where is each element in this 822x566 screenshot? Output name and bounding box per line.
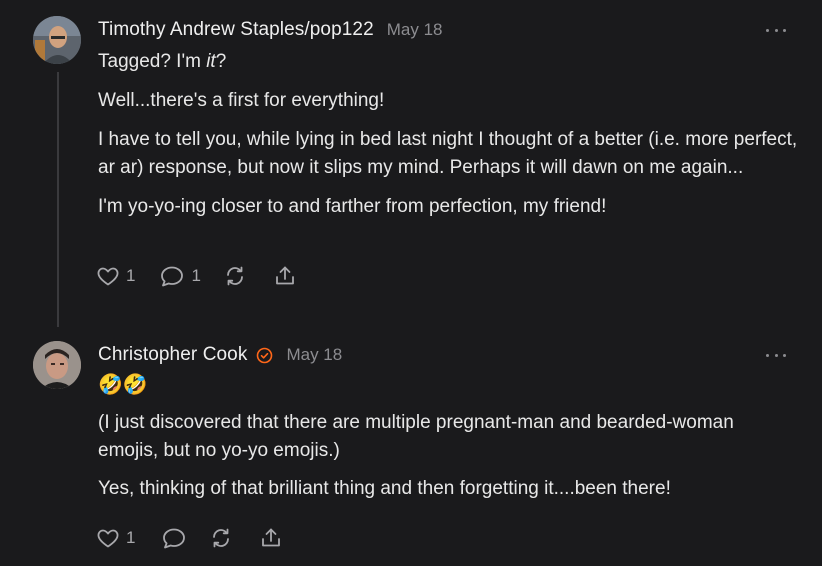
- like-count: 1: [126, 266, 136, 285]
- comment-paragraph: I have to tell you, while lying in bed l…: [98, 129, 798, 178]
- heart-icon: [97, 267, 119, 286]
- comment-actions: 1 1: [96, 264, 297, 288]
- like-count: 1: [126, 528, 136, 547]
- heart-icon: [97, 529, 119, 548]
- restack-icon: [213, 528, 230, 548]
- restack-button[interactable]: [209, 526, 233, 550]
- comment-body: Tagged? I'm it? Well...there's a first f…: [98, 48, 798, 221]
- comment-paragraph: Well...there's a first for everything!: [98, 90, 385, 111]
- more-icon[interactable]: [766, 25, 786, 35]
- comment-paragraph: Tagged? I'm it?: [98, 51, 227, 72]
- author-name[interactable]: Christopher Cook: [98, 344, 247, 366]
- reply-count: 1: [191, 266, 201, 285]
- share-icon: [276, 266, 294, 285]
- comment-date[interactable]: May 18: [387, 20, 443, 40]
- thread-line: [57, 72, 59, 327]
- more-icon[interactable]: [766, 350, 786, 360]
- author-name[interactable]: Timothy Andrew Staples/pop122: [98, 19, 374, 41]
- comment-paragraph: I'm yo-yo-ing closer to and farther from…: [98, 196, 607, 217]
- comment-body: 🤣🤣 (I just discovered that there are mul…: [98, 371, 798, 514]
- like-button[interactable]: 1: [96, 264, 135, 288]
- emoji-line: 🤣🤣: [98, 374, 148, 396]
- reply-button[interactable]: 1: [159, 264, 201, 288]
- comment-paragraph: Yes, thinking of that brilliant thing an…: [98, 478, 671, 499]
- share-button[interactable]: [259, 526, 283, 550]
- restack-button[interactable]: [223, 264, 247, 288]
- comment-icon: [163, 528, 186, 549]
- reply-button[interactable]: [161, 526, 187, 550]
- avatar-timothy[interactable]: [33, 16, 81, 64]
- share-icon: [262, 528, 281, 547]
- verified-icon: [256, 347, 273, 364]
- like-button[interactable]: 1: [96, 526, 135, 550]
- share-button[interactable]: [273, 264, 297, 288]
- comment-header: Christopher Cook May 18: [98, 343, 342, 367]
- comment-date[interactable]: May 18: [286, 345, 342, 365]
- avatar-christopher[interactable]: [33, 341, 81, 389]
- comment-icon: [161, 266, 184, 287]
- comment-paragraph: (I just discovered that there are multip…: [98, 412, 734, 461]
- comment-actions: 1: [96, 526, 283, 550]
- restack-icon: [227, 266, 243, 286]
- comment-header: Timothy Andrew Staples/pop122 May 18: [98, 18, 443, 42]
